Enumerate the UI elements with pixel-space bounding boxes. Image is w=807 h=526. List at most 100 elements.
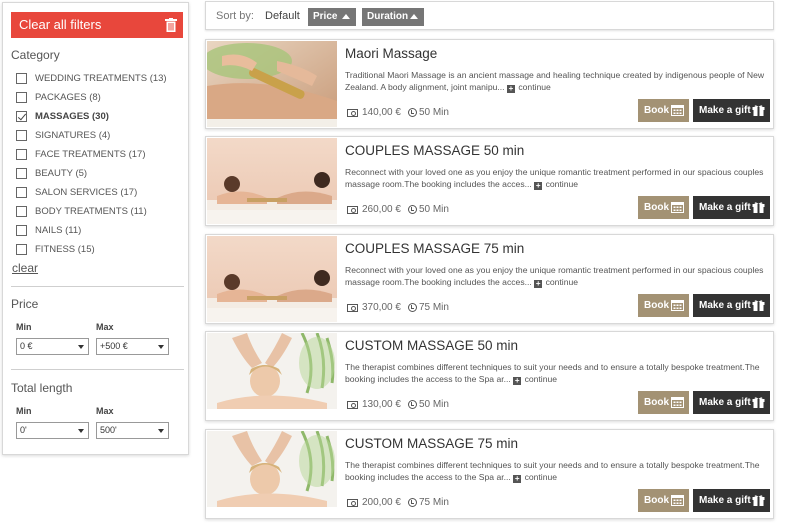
category-item[interactable]: WEDDING TREATMENTS (13) — [16, 69, 186, 88]
couples-photo — [207, 138, 337, 224]
category-item[interactable]: PACKAGES (8) — [16, 88, 186, 107]
sort-price-button[interactable]: Price — [308, 8, 356, 26]
make-a-gift-button[interactable]: Make a gift — [693, 294, 770, 317]
category-checkbox[interactable] — [16, 244, 27, 255]
plus-icon: + — [513, 376, 522, 385]
category-item[interactable]: SALON SERVICES (17) — [16, 183, 186, 202]
treatment-duration: 50 Min — [418, 204, 449, 215]
gift-icon — [752, 495, 765, 506]
treatment-duration: 50 Min — [418, 107, 449, 118]
category-checkbox[interactable] — [16, 187, 27, 198]
price-min-label: Min — [16, 322, 32, 332]
treatment-card: COUPLES MASSAGE 50 min Reconnect with you… — [205, 136, 774, 226]
clear-all-filters-label: Clear all filters — [19, 17, 102, 32]
category-checkbox[interactable] — [16, 111, 27, 122]
treatment-description-text: Traditional Maori Massage is an ancient … — [345, 70, 765, 92]
category-label: FITNESS (15) — [35, 244, 95, 255]
book-button[interactable]: Book — [638, 391, 689, 414]
clear-category-link[interactable]: clear — [12, 261, 38, 275]
treatment-card: CUSTOM MASSAGE 75 min The therapist combi… — [205, 429, 774, 519]
treatment-thumbnail[interactable] — [207, 431, 337, 517]
continue-link[interactable]: + continue — [534, 277, 579, 288]
category-item[interactable]: MASSAGES (30) — [16, 107, 186, 126]
continue-link[interactable]: + continue — [506, 82, 551, 93]
gift-icon — [752, 105, 765, 116]
sort-duration-label: Duration — [367, 11, 409, 22]
treatment-title[interactable]: CUSTOM MASSAGE 75 min — [345, 436, 518, 451]
continue-label: continue — [545, 179, 579, 189]
continue-link[interactable]: + continue — [513, 472, 558, 483]
category-checkbox[interactable] — [16, 92, 27, 103]
book-label: Book — [644, 105, 669, 116]
continue-link[interactable]: + continue — [513, 374, 557, 385]
divider — [11, 369, 184, 370]
length-max-select[interactable]: 500' — [96, 422, 169, 439]
category-checkbox[interactable] — [16, 73, 27, 84]
price-min-select[interactable]: 0 € — [16, 338, 89, 355]
treatment-title[interactable]: COUPLES MASSAGE 75 min — [345, 241, 524, 256]
category-item[interactable]: FACE TREATMENTS (17) — [16, 145, 186, 164]
treatment-thumbnail[interactable] — [207, 333, 337, 419]
custom-massage-photo — [207, 431, 337, 517]
treatment-meta: 140,00 € 50 Min — [347, 107, 449, 118]
category-checkbox[interactable] — [16, 130, 27, 141]
length-min-select[interactable]: 0' — [16, 422, 89, 439]
clock-icon — [407, 108, 417, 117]
clock-icon — [407, 303, 417, 312]
book-button[interactable]: Book — [638, 196, 689, 219]
category-label: NAILS (11) — [35, 225, 82, 236]
category-item[interactable]: FITNESS (15) — [16, 240, 186, 259]
category-item[interactable]: BODY TREATMENTS (11) — [16, 202, 186, 221]
category-label: PACKAGES (8) — [35, 92, 101, 103]
category-checkbox[interactable] — [16, 206, 27, 217]
calendar-icon — [671, 397, 684, 408]
make-a-gift-button[interactable]: Make a gift — [693, 489, 770, 512]
treatment-description: Reconnect with your loved one as you enj… — [345, 166, 765, 190]
treatment-thumbnail[interactable] — [207, 138, 337, 224]
treatment-title[interactable]: Maori Massage — [345, 46, 437, 61]
make-a-gift-button[interactable]: Make a gift — [693, 99, 770, 122]
length-title: Total length — [11, 381, 73, 395]
arrow-up-icon — [410, 14, 418, 19]
trash-icon — [165, 18, 177, 32]
category-item[interactable]: BEAUTY (5) — [16, 164, 186, 183]
make-a-gift-button[interactable]: Make a gift — [693, 391, 770, 414]
book-button[interactable]: Book — [638, 489, 689, 512]
treatment-description: Reconnect with your loved one as you enj… — [345, 264, 765, 288]
category-label: SIGNATURES (4) — [35, 130, 111, 141]
category-item[interactable]: SIGNATURES (4) — [16, 126, 186, 145]
treatment-title[interactable]: COUPLES MASSAGE 50 min — [345, 143, 524, 158]
treatment-description: The therapist combines different techniq… — [345, 459, 765, 483]
clock-icon — [407, 205, 417, 214]
treatment-title[interactable]: CUSTOM MASSAGE 50 min — [345, 338, 518, 353]
continue-label: continue — [545, 277, 579, 287]
money-icon — [347, 400, 358, 409]
sort-duration-button[interactable]: Duration — [362, 8, 424, 26]
continue-label: continue — [524, 472, 558, 482]
clear-all-filters-button[interactable]: Clear all filters — [11, 12, 183, 38]
continue-link[interactable]: + continue — [534, 179, 579, 190]
gift-label: Make a gift — [699, 202, 751, 213]
category-checkbox[interactable] — [16, 168, 27, 179]
make-a-gift-button[interactable]: Make a gift — [693, 196, 770, 219]
couples-photo — [207, 236, 337, 322]
treatment-thumbnail[interactable] — [207, 41, 337, 127]
treatment-thumbnail[interactable] — [207, 236, 337, 322]
category-checkbox[interactable] — [16, 225, 27, 236]
category-list: WEDDING TREATMENTS (13) PACKAGES (8) MASSA… — [16, 69, 186, 259]
category-checkbox[interactable] — [16, 149, 27, 160]
price-title: Price — [11, 297, 39, 311]
book-label: Book — [644, 300, 669, 311]
category-item[interactable]: NAILS (11) — [16, 221, 186, 240]
category-label: MASSAGES (30) — [35, 111, 109, 122]
book-button[interactable]: Book — [638, 99, 689, 122]
sort-price-label: Price — [313, 11, 338, 22]
treatment-price: 260,00 € — [362, 204, 401, 215]
book-button[interactable]: Book — [638, 294, 689, 317]
sort-bar: Sort by: Default Price Duration — [205, 1, 774, 30]
sort-default-button[interactable]: Default — [265, 10, 300, 22]
treatment-price: 200,00 € — [362, 497, 401, 508]
custom-massage-photo — [207, 333, 337, 419]
money-icon — [347, 498, 358, 507]
price-max-select[interactable]: +500 € — [96, 338, 169, 355]
